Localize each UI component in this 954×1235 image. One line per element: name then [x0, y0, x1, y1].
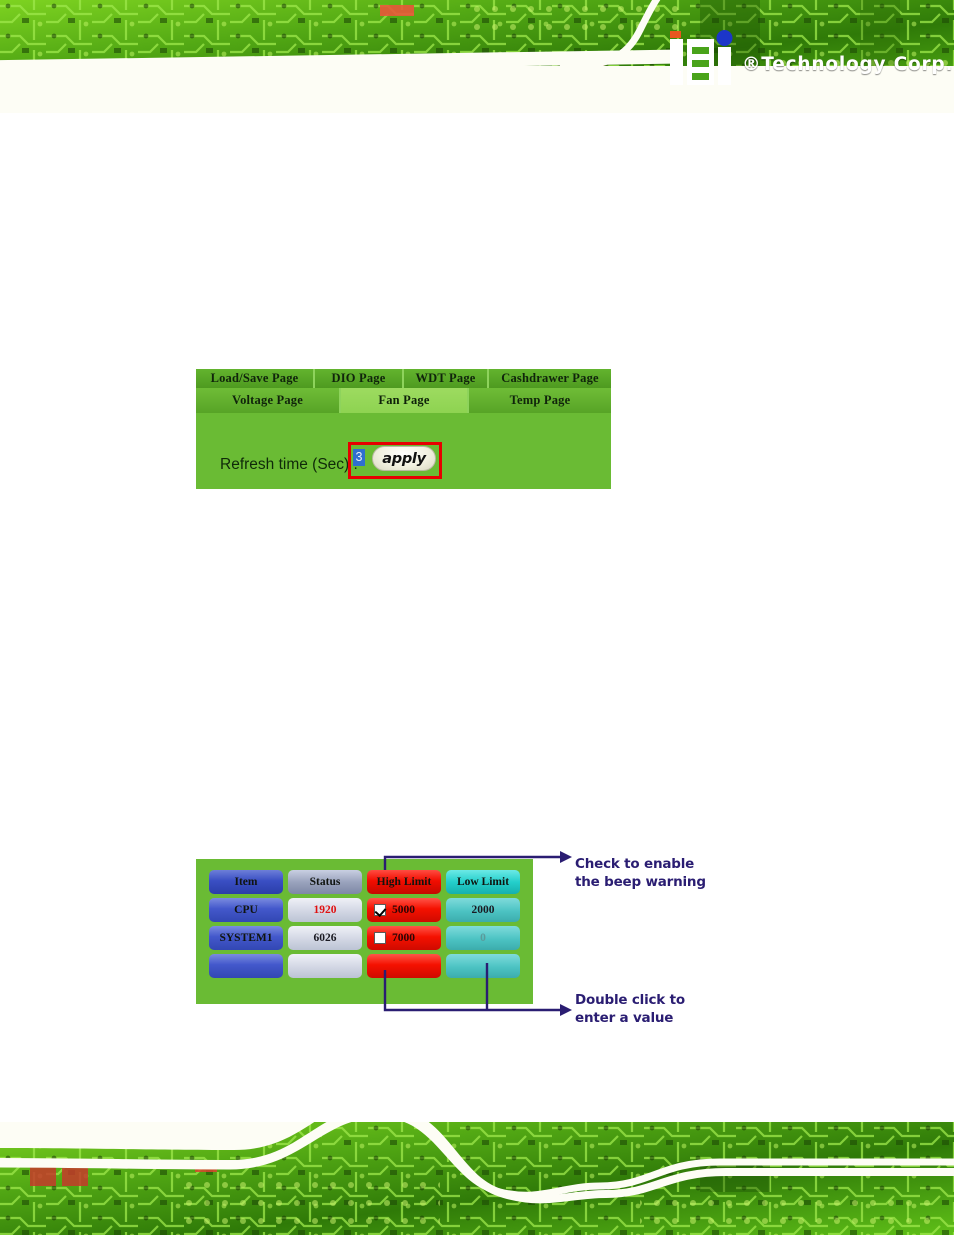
iei-logo: ®Technology Corp.: [668, 27, 953, 89]
annotation-double-click: Double click to enter a value: [575, 992, 685, 1026]
arrowhead-beep: [560, 851, 572, 863]
tab-label: DIO Page: [331, 371, 386, 385]
row-item-label: SYSTEM1: [209, 926, 283, 950]
tab-label: Fan Page: [378, 393, 430, 407]
apply-button[interactable]: apply: [372, 446, 436, 471]
row-status-value: 6026: [288, 926, 362, 950]
row-high-limit-cell[interactable]: 7000: [367, 926, 441, 950]
tab-row-upper: Load/Save Page DIO Page WDT Page Cashdra…: [196, 369, 611, 388]
tab-load-save-page[interactable]: Load/Save Page: [196, 369, 315, 388]
column-header-high-limit: High Limit: [367, 870, 441, 894]
tab-row-lower: Voltage Page Fan Page Temp Page: [196, 388, 611, 413]
manual-page: ®Technology Corp. Load/Save Page DIO Pag…: [0, 0, 954, 1235]
column-header-status: Status: [288, 870, 362, 894]
logo-wordmark: ®Technology Corp.: [742, 54, 954, 75]
tab-voltage-page[interactable]: Voltage Page: [196, 388, 341, 413]
tab-label: Cashdrawer Page: [501, 371, 599, 385]
tab-fan-page[interactable]: Fan Page: [341, 388, 469, 413]
tab-cashdrawer-page[interactable]: Cashdrawer Page: [489, 369, 611, 388]
tab-temp-page[interactable]: Temp Page: [469, 388, 611, 413]
tab-dio-page[interactable]: DIO Page: [315, 369, 404, 388]
fan-limits-table: Item Status High Limit Low Limit CPU 192…: [204, 866, 525, 982]
page-footer-banner: [0, 1122, 954, 1235]
low-limit-value: 0: [480, 932, 486, 944]
high-limit-value: 7000: [392, 932, 415, 944]
status-reading: 6026: [313, 932, 337, 944]
row-low-limit-cell[interactable]: [446, 954, 520, 978]
row-item-label: CPU: [209, 898, 283, 922]
table-row: [209, 954, 520, 978]
table-row: SYSTEM1 6026 7000 0: [209, 926, 520, 950]
tab-label: Voltage Page: [231, 393, 304, 407]
refresh-time-label: Refresh time (Sec) :: [220, 456, 358, 473]
annotation-beep-warning: Check to enable the beep warning: [575, 856, 706, 890]
beep-warning-checkbox[interactable]: [374, 932, 386, 944]
table-header-row: Item Status High Limit Low Limit: [209, 870, 520, 894]
tab-label: Temp Page: [509, 393, 571, 407]
refresh-time-input[interactable]: 3: [353, 449, 365, 466]
apply-button-label: apply: [382, 450, 426, 467]
row-item-label: [209, 954, 283, 978]
beep-warning-checkbox[interactable]: [374, 904, 386, 916]
footer-pcb-graphic: [0, 1122, 954, 1235]
iei-logo-mark: [670, 30, 733, 85]
table-row: CPU 1920 5000 2000: [209, 898, 520, 922]
status-reading: 1920: [313, 904, 337, 916]
row-high-limit-cell[interactable]: 5000: [367, 898, 441, 922]
row-status-value: 1920: [288, 898, 362, 922]
fan-page-refresh-panel: Load/Save Page DIO Page WDT Page Cashdra…: [196, 369, 611, 489]
arrowhead-doubleclick: [560, 1004, 572, 1016]
high-limit-value: 5000: [392, 904, 415, 916]
page-header-banner: ®Technology Corp.: [0, 0, 954, 113]
tab-label: Load/Save Page: [210, 371, 299, 385]
column-header-low-limit: Low Limit: [446, 870, 520, 894]
tab-wdt-page[interactable]: WDT Page: [404, 369, 489, 388]
row-low-limit-cell[interactable]: 0: [446, 926, 520, 950]
row-status-value: [288, 954, 362, 978]
tab-label: WDT Page: [415, 371, 476, 385]
column-header-item: Item: [209, 870, 283, 894]
fan-limits-table-panel: Item Status High Limit Low Limit CPU 192…: [196, 859, 533, 1004]
row-low-limit-cell[interactable]: 2000: [446, 898, 520, 922]
low-limit-value: 2000: [471, 904, 495, 916]
row-high-limit-cell[interactable]: [367, 954, 441, 978]
